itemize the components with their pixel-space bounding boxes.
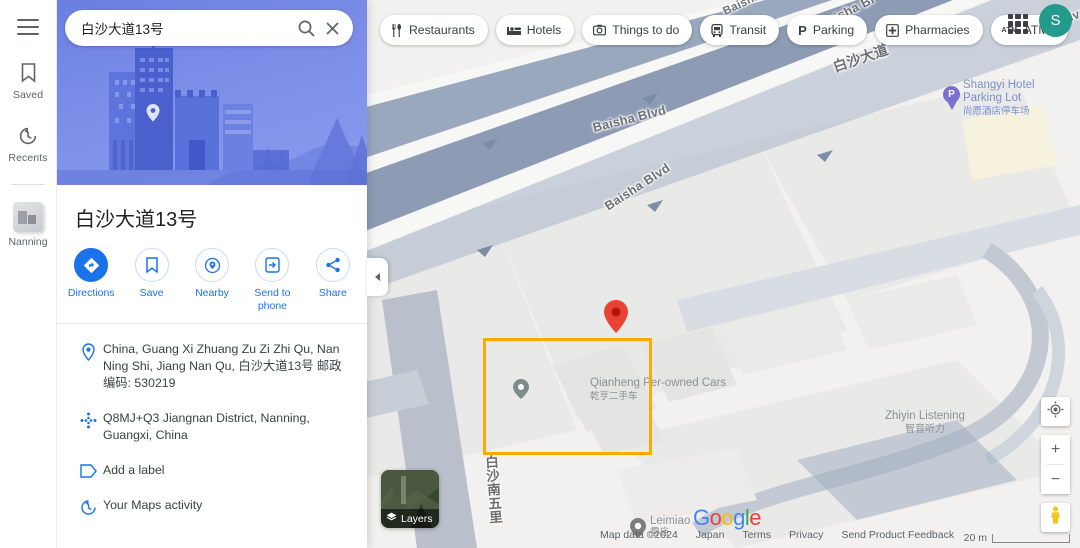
compass-button[interactable]: [1041, 397, 1070, 426]
history-icon: [73, 497, 103, 516]
plus-code-text: Q8MJ+Q3 Jiangnan District, Nanning, Guan…: [103, 411, 310, 442]
sidebar-item-recents-label: Recents: [8, 152, 48, 164]
nearby-button[interactable]: Nearby: [182, 248, 242, 313]
chip-restaurants-label: Restaurants: [409, 23, 475, 37]
layers-label: Layers: [401, 512, 433, 525]
destination-marker-icon[interactable]: [604, 300, 628, 338]
transit-train-icon: [711, 23, 723, 37]
page-title-container: 白沙大道13号: [57, 185, 367, 246]
send-to-phone-button-label: Send to phone: [254, 287, 291, 312]
sidebar-item-city-nanning[interactable]: Nanning: [0, 202, 56, 248]
search-bar: 白沙大道13号: [65, 10, 353, 46]
hotel-bed-icon: [506, 25, 521, 36]
maps-activity-row[interactable]: Your Maps activity: [57, 488, 367, 525]
address-text: China, Guang Xi Zhuang Zu Zi Zhi Qu, Nan…: [103, 342, 342, 390]
scale-label: 20 m: [963, 532, 987, 544]
sidebar-item-saved[interactable]: Saved: [0, 60, 56, 101]
share-button[interactable]: Share: [303, 248, 363, 313]
sidebar-item-saved-label: Saved: [12, 89, 44, 101]
pharmacy-icon: [886, 23, 900, 37]
add-label-row[interactable]: Add a label: [57, 453, 367, 488]
area-highlight-rectangle: [483, 338, 652, 455]
avatar[interactable]: S: [1039, 4, 1072, 37]
chip-pharmacies[interactable]: Pharmacies: [875, 15, 983, 45]
chevron-left-icon: [375, 273, 380, 281]
place-details-panel: 白沙大道13号 白沙大道13号 Directions Save Nearby S…: [57, 0, 367, 548]
chip-things-to-do-label: Things to do: [612, 23, 680, 37]
chip-hotels[interactable]: Hotels: [495, 15, 575, 45]
plus-code-row[interactable]: Q8MJ+Q3 Jiangnan District, Nanning, Guan…: [57, 401, 367, 453]
maps-activity-text: Your Maps activity: [103, 498, 203, 512]
chip-hotels-label: Hotels: [526, 23, 562, 37]
google-apps-grid-icon[interactable]: [1005, 11, 1031, 37]
sidebar-item-city-label: Nanning: [8, 236, 48, 248]
chip-restaurants[interactable]: Restaurants: [380, 15, 488, 45]
zoom-out-button[interactable]: −: [1041, 465, 1070, 494]
restaurant-icon: [391, 23, 403, 37]
directions-icon: [74, 248, 109, 282]
zoom-controls: + −: [1041, 435, 1070, 494]
location-pin-icon: [73, 341, 103, 362]
layers-icon: [386, 512, 397, 526]
collapse-panel-button[interactable]: [367, 258, 388, 296]
chip-transit-label: Transit: [729, 23, 767, 37]
place-detail-rows: China, Guang Xi Zhuang Zu Zi Zhi Qu, Nan…: [57, 324, 367, 533]
bookmark-icon: [134, 248, 169, 282]
chip-parking[interactable]: P Parking: [787, 15, 868, 45]
footer-link-privacy[interactable]: Privacy: [789, 529, 823, 541]
footer-link-feedback[interactable]: Send Product Feedback: [841, 529, 954, 541]
close-icon[interactable]: [319, 15, 345, 41]
send-to-phone-button[interactable]: Send to phone: [242, 248, 302, 313]
scale-bar: 20 m: [964, 532, 1070, 544]
add-label-text: Add a label: [103, 463, 165, 477]
plus-code-icon: [73, 410, 103, 429]
search-input-value[interactable]: 白沙大道13号: [81, 18, 293, 38]
address-row[interactable]: China, Guang Xi Zhuang Zu Zi Zhi Qu, Nan…: [57, 332, 367, 401]
menu-icon[interactable]: [15, 16, 41, 38]
compass-icon: [1047, 401, 1064, 423]
directions-button[interactable]: Directions: [61, 248, 121, 313]
chip-pharmacies-label: Pharmacies: [905, 23, 970, 37]
chip-transit[interactable]: Transit: [700, 15, 780, 45]
label-tag-icon: [73, 462, 103, 478]
page-title: 白沙大道13号: [75, 209, 198, 231]
history-icon: [0, 123, 56, 149]
footer-link-terms[interactable]: Terms: [742, 529, 771, 541]
action-buttons-row: Directions Save Nearby Send to phone Sha…: [57, 246, 367, 324]
share-button-label: Share: [318, 287, 347, 299]
chip-things-to-do[interactable]: Things to do: [582, 15, 693, 45]
map-data-attribution: Map data ©2024: [600, 529, 678, 541]
save-button[interactable]: Save: [121, 248, 181, 313]
directions-button-label: Directions: [67, 287, 115, 299]
layers-button[interactable]: Layers: [381, 470, 439, 528]
sidebar-item-recents[interactable]: Recents: [0, 123, 56, 164]
category-chips-bar: Restaurants Hotels Things to do Transit …: [380, 15, 1068, 45]
rail-divider: [11, 184, 45, 185]
city-thumbnail: [13, 202, 43, 232]
nearby-search-icon: [195, 248, 230, 282]
search-icon[interactable]: [293, 15, 319, 41]
chip-parking-label: Parking: [812, 23, 855, 37]
layers-button-label-container: Layers: [381, 509, 439, 528]
scale-bar-line: [992, 533, 1070, 543]
camera-icon: [593, 24, 607, 36]
footer-link-japan[interactable]: Japan: [696, 529, 725, 541]
bookmark-icon: [0, 60, 56, 86]
parking-p-icon: P: [798, 22, 807, 38]
google-maps-app: Baisha Blvd Baisha Blvd Baisha Bl Baisha…: [0, 0, 1080, 548]
search-input[interactable]: 白沙大道13号: [65, 10, 353, 46]
share-icon: [315, 248, 350, 282]
save-button-label: Save: [139, 287, 164, 299]
zoom-in-button[interactable]: +: [1041, 435, 1070, 464]
send-to-phone-icon: [255, 248, 290, 282]
nearby-button-label: Nearby: [195, 287, 229, 299]
left-rail: Saved Recents Nanning: [0, 0, 57, 548]
hero-skyline-illustration: 白沙大道13号: [57, 0, 367, 185]
map-controls: + −: [1041, 397, 1070, 532]
parking-pin-icon[interactable]: P: [943, 86, 960, 110]
